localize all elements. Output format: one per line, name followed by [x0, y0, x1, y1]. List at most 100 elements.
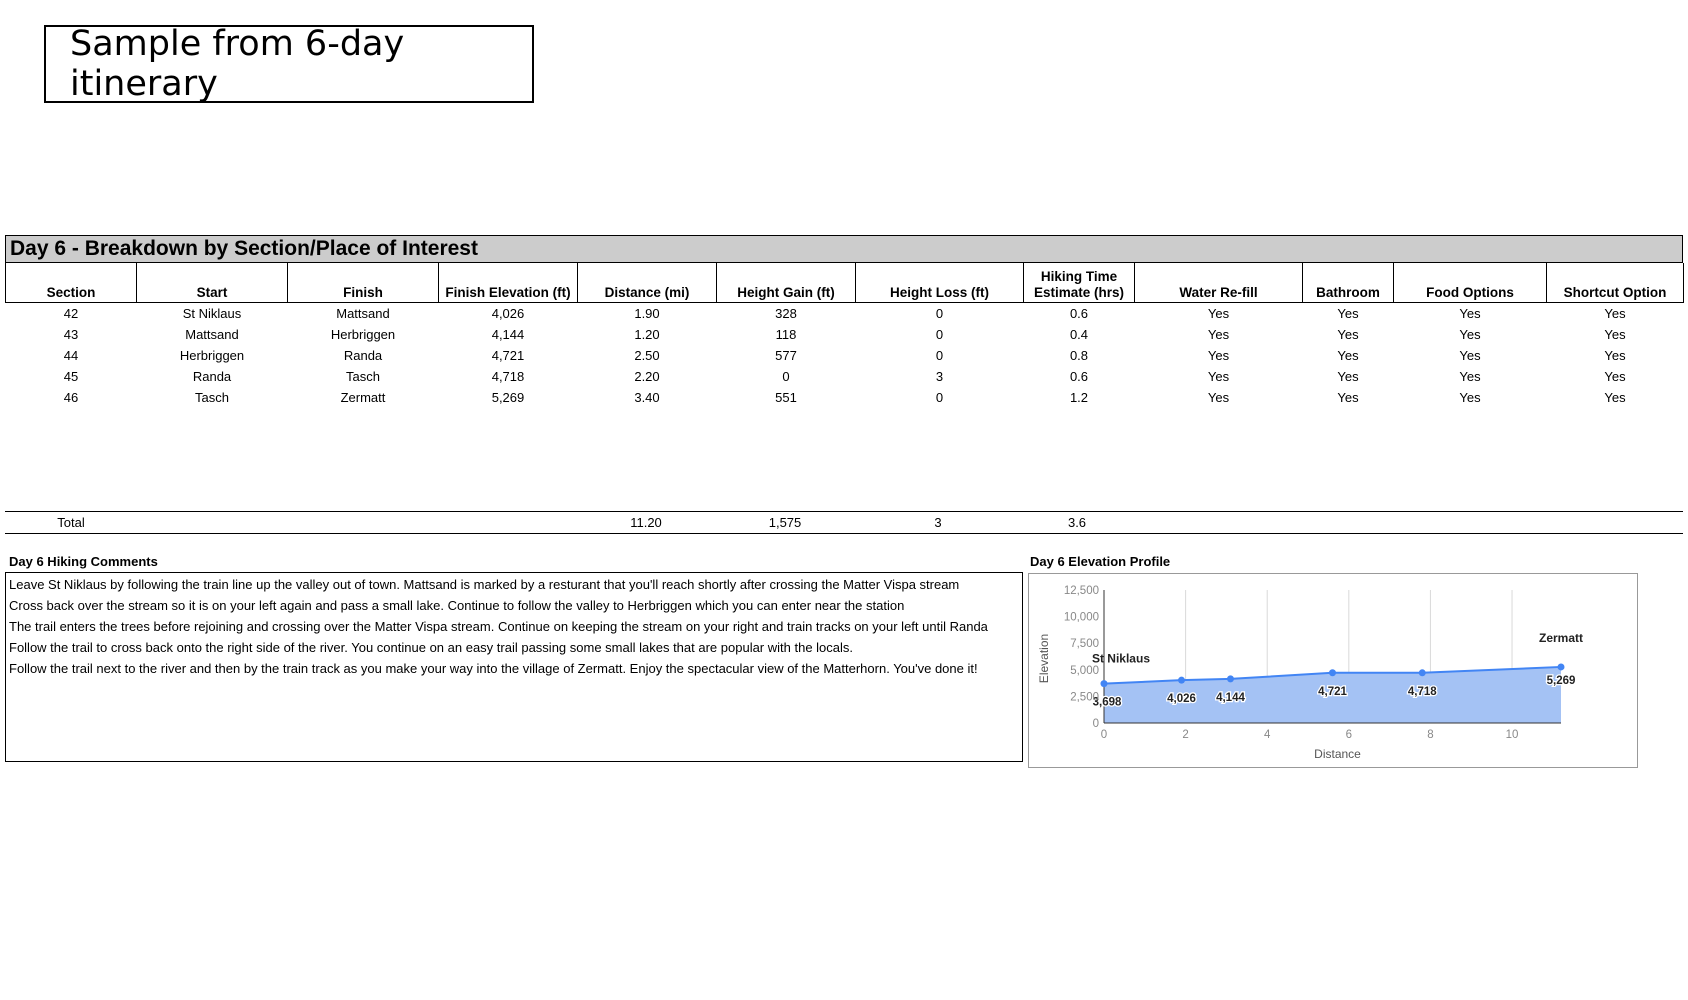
table-cell[interactable]: 45 — [6, 366, 137, 387]
comment-line: Cross back over the stream so it is on y… — [9, 598, 905, 613]
chart-point — [1226, 675, 1234, 683]
table-cell[interactable]: Yes — [1394, 366, 1547, 387]
table-cell[interactable]: Yes — [1303, 387, 1394, 408]
table-cell[interactable]: Yes — [1547, 387, 1684, 408]
table-cell[interactable]: Yes — [1135, 324, 1303, 345]
chart-point — [1557, 663, 1565, 671]
table-cell[interactable]: 4,721 — [439, 345, 578, 366]
total-hiking-time[interactable]: 3.6 — [1068, 515, 1086, 530]
x-tick-label: 6 — [1346, 729, 1352, 741]
table-cell[interactable]: 1.2 — [1024, 387, 1135, 408]
table-cell[interactable]: 4,026 — [439, 303, 578, 325]
total-height-loss[interactable]: 3 — [934, 515, 941, 530]
table-cell[interactable]: Yes — [1303, 345, 1394, 366]
table-cell[interactable]: Herbriggen — [137, 345, 288, 366]
table-cell[interactable]: Yes — [1547, 324, 1684, 345]
comments-box[interactable]: Leave St Niklaus by following the train … — [5, 572, 1023, 762]
comment-line: Leave St Niklaus by following the train … — [9, 577, 960, 592]
table-cell[interactable]: 46 — [6, 387, 137, 408]
table-cell[interactable]: Yes — [1547, 345, 1684, 366]
table-cell[interactable]: Tasch — [288, 366, 439, 387]
x-axis-title: Distance — [1314, 747, 1361, 761]
chart-point — [1178, 676, 1186, 684]
table-cell[interactable]: 42 — [6, 303, 137, 325]
column-header[interactable]: Food Options — [1393, 263, 1547, 303]
table-cell[interactable]: Yes — [1303, 366, 1394, 387]
total-distance[interactable]: 11.20 — [630, 515, 662, 530]
table-cell[interactable]: 2.50 — [578, 345, 717, 366]
table-cell[interactable]: Yes — [1303, 303, 1394, 325]
table-cell[interactable]: Randa — [288, 345, 439, 366]
elevation-chart[interactable]: 3,698 4,026 4,144 4,721 4,718 5,269 0 2,500 5,00… — [1028, 573, 1638, 768]
comment-line: The trail enters the trees before rejoin… — [9, 619, 988, 634]
table-cell[interactable]: 0 — [856, 324, 1024, 345]
y-tick-label: 5,000 — [1070, 665, 1099, 677]
total-height-gain[interactable]: 1,575 — [769, 515, 802, 530]
table-cell[interactable]: St Niklaus — [137, 303, 288, 325]
table-row: 43 Mattsand Herbriggen 4,144 1.20 118 0 0.4 Yes Y… — [6, 324, 1684, 345]
table-cell[interactable]: 0 — [856, 303, 1024, 325]
table-cell[interactable]: 44 — [6, 345, 137, 366]
table-cell[interactable]: Herbriggen — [288, 324, 439, 345]
total-label[interactable]: Total — [57, 515, 84, 530]
table-cell[interactable]: Yes — [1394, 324, 1547, 345]
table-cell[interactable]: Yes — [1394, 345, 1547, 366]
column-header[interactable]: Water Re-fill — [1134, 263, 1303, 303]
table-cell[interactable]: 43 — [6, 324, 137, 345]
table-cell[interactable]: 0.6 — [1024, 303, 1135, 325]
chart-point — [1100, 680, 1108, 688]
table-row: 46 Tasch Zermatt 5,269 3.40 551 0 1.2 Yes Yes Yes Y… — [6, 387, 1684, 408]
y-tick-label: 10,000 — [1064, 612, 1099, 624]
column-header[interactable]: Bathroom — [1302, 263, 1394, 303]
table-cell[interactable]: Yes — [1547, 303, 1684, 325]
table-cell[interactable]: 3.40 — [578, 387, 717, 408]
table-cell[interactable]: 118 — [717, 324, 856, 345]
table-cell[interactable]: 577 — [717, 345, 856, 366]
table-cell[interactable]: 4,718 — [439, 366, 578, 387]
table-cell[interactable]: 551 — [717, 387, 856, 408]
table-cell[interactable]: Tasch — [137, 387, 288, 408]
table-cell[interactable]: Randa — [137, 366, 288, 387]
table-cell[interactable]: 5,269 — [439, 387, 578, 408]
table-row: 42 St Niklaus Mattsand 4,026 1.90 328 0 0.6 Yes Y… — [6, 303, 1684, 325]
table-cell[interactable]: 2.20 — [578, 366, 717, 387]
column-header[interactable]: Hiking Time Estimate (hrs) — [1023, 263, 1135, 303]
table-cell[interactable]: Yes — [1135, 366, 1303, 387]
x-tick-label: 4 — [1264, 729, 1271, 741]
table-cell[interactable]: Yes — [1135, 303, 1303, 325]
table-cell[interactable]: 1.90 — [578, 303, 717, 325]
table-cell[interactable]: 0.8 — [1024, 345, 1135, 366]
table-cell[interactable]: Yes — [1547, 366, 1684, 387]
table-cell[interactable]: 0 — [856, 345, 1024, 366]
table-cell[interactable]: Yes — [1394, 387, 1547, 408]
table-cell[interactable]: Yes — [1135, 345, 1303, 366]
table-cell[interactable]: 1.20 — [578, 324, 717, 345]
table-cell[interactable]: 0 — [717, 366, 856, 387]
column-header[interactable]: Section — [5, 263, 137, 303]
column-header[interactable]: Height Gain (ft) — [716, 263, 856, 303]
table-cell[interactable]: Yes — [1303, 324, 1394, 345]
table-cell[interactable]: 0 — [856, 387, 1024, 408]
y-tick-label: 7,500 — [1070, 638, 1099, 650]
table-cell[interactable]: Yes — [1135, 387, 1303, 408]
table-cell[interactable]: Mattsand — [288, 303, 439, 325]
table-cell[interactable]: Zermatt — [288, 387, 439, 408]
table-cell[interactable]: 328 — [717, 303, 856, 325]
table-cell[interactable]: Mattsand — [137, 324, 288, 345]
column-header[interactable]: Distance (mi) — [577, 263, 717, 303]
column-header[interactable]: Height Loss (ft) — [855, 263, 1024, 303]
table-header-row: Section Start Finish Finish Elevation (f… — [5, 263, 1684, 303]
column-header[interactable]: Start — [136, 263, 288, 303]
column-header[interactable]: Shortcut Option — [1546, 263, 1684, 303]
table-cell[interactable]: 3 — [856, 366, 1024, 387]
x-tick-label: 8 — [1427, 729, 1433, 741]
y-tick-label: 2,500 — [1070, 691, 1099, 703]
table-body: 42 St Niklaus Mattsand 4,026 1.90 328 0 0.6 Yes Y… — [6, 303, 1684, 409]
table-cell[interactable]: Yes — [1394, 303, 1547, 325]
chart-annotation: Zermatt — [1539, 631, 1583, 645]
table-cell[interactable]: 0.4 — [1024, 324, 1135, 345]
column-header[interactable]: Finish Elevation (ft) — [438, 263, 578, 303]
table-cell[interactable]: 0.6 — [1024, 366, 1135, 387]
table-cell[interactable]: 4,144 — [439, 324, 578, 345]
column-header[interactable]: Finish — [287, 263, 439, 303]
